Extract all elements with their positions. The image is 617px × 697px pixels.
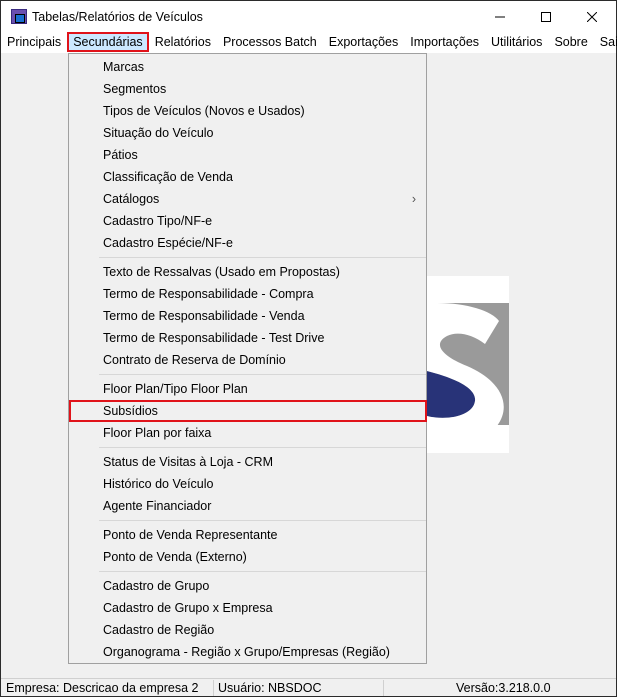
menu-item-label: Organograma - Região x Grupo/Empresas (R… <box>103 645 390 659</box>
menu-item[interactable]: Agente Financiador <box>69 495 426 517</box>
menu-item-label: Floor Plan por faixa <box>103 426 212 440</box>
menu-item-label: Marcas <box>103 60 144 74</box>
menu-item[interactable]: Contrato de Reserva de Domínio <box>69 349 426 371</box>
menu-item[interactable]: Catálogos › <box>69 188 426 210</box>
menu-separator <box>99 571 426 572</box>
menu-separator <box>99 374 426 375</box>
menu-item[interactable]: Floor Plan por faixa <box>69 422 426 444</box>
menu-item[interactable]: Status de Visitas à Loja - CRM <box>69 451 426 473</box>
app-window: Tabelas/Relatórios de Veículos Principai… <box>0 0 617 697</box>
menu-item-label: Cadastro de Grupo <box>103 579 210 593</box>
menu-item[interactable]: Segmentos <box>69 78 426 100</box>
menu-item[interactable]: Termo de Responsabilidade - Compra <box>69 283 426 305</box>
menu-relatorios[interactable]: Relatórios <box>149 32 217 52</box>
menu-item-label: Histórico do Veículo <box>103 477 214 491</box>
menu-separator <box>99 257 426 258</box>
close-button[interactable] <box>569 1 615 32</box>
status-divider <box>383 680 384 696</box>
menu-item-label: Cadastro de Região <box>103 623 215 637</box>
menu-item-label: Classificação de Venda <box>103 170 233 184</box>
menu-principais[interactable]: Principais <box>1 32 67 52</box>
menu-item-label: Pátios <box>103 148 138 162</box>
menu-separator <box>99 447 426 448</box>
status-divider <box>213 680 214 696</box>
menu-processos-batch[interactable]: Processos Batch <box>217 32 323 52</box>
menu-item[interactable]: Cadastro Espécie/NF-e <box>69 232 426 254</box>
chevron-right-icon: › <box>411 192 416 206</box>
menu-item-label: Catálogos <box>103 192 160 206</box>
menu-item-label: Ponto de Venda (Externo) <box>103 550 247 564</box>
menu-item[interactable]: Floor Plan/Tipo Floor Plan <box>69 378 426 400</box>
menu-item[interactable]: Termo de Responsabilidade - Test Drive <box>69 327 426 349</box>
menu-bar: Principais Secundárias Relatórios Processos… <box>1 32 617 53</box>
menu-utilitarios[interactable]: Utilitários <box>485 32 548 52</box>
menu-item-label: Floor Plan/Tipo Floor Plan <box>103 382 248 396</box>
menu-item-label: Termo de Responsabilidade - Compra <box>103 287 314 301</box>
menu-item-label: Contrato de Reserva de Domínio <box>103 353 286 367</box>
menu-item[interactable]: Ponto de Venda Representante <box>69 524 426 546</box>
menu-item-label: Status de Visitas à Loja - CRM <box>103 455 273 469</box>
menu-item[interactable]: Tipos de Veículos (Novos e Usados) <box>69 100 426 122</box>
menu-item[interactable]: Cadastro de Grupo <box>69 575 426 597</box>
status-empresa: Empresa: Descricao da empresa 2 <box>6 681 199 695</box>
menu-item[interactable]: Termo de Responsabilidade - Venda <box>69 305 426 327</box>
window-title: Tabelas/Relatórios de Veículos <box>32 10 203 24</box>
menu-item-label: Agente Financiador <box>103 499 212 513</box>
menu-item[interactable]: Cadastro Tipo/NF-e <box>69 210 426 232</box>
menu-item[interactable]: Histórico do Veículo <box>69 473 426 495</box>
menu-item-label: Segmentos <box>103 82 167 96</box>
menu-item-label: Ponto de Venda Representante <box>103 528 278 542</box>
title-bar: Tabelas/Relatórios de Veículos <box>1 1 616 32</box>
minimize-button[interactable] <box>477 1 523 32</box>
status-versao: Versão:3.218.0.0 <box>456 681 551 695</box>
menu-item-label: Texto de Ressalvas (Usado em Propostas) <box>103 265 340 279</box>
menu-item-label: Cadastro de Grupo x Empresa <box>103 601 273 615</box>
menu-item[interactable]: Pátios <box>69 144 426 166</box>
menu-separator <box>99 520 426 521</box>
menu-item-label: Situação do Veículo <box>103 126 214 140</box>
menu-item-label: Termo de Responsabilidade - Venda <box>103 309 305 323</box>
menu-sair[interactable]: Sair <box>594 32 617 52</box>
menu-item[interactable]: Texto de Ressalvas (Usado em Propostas) <box>69 261 426 283</box>
menu-item[interactable]: Organograma - Região x Grupo/Empresas (R… <box>69 641 426 663</box>
company-logo <box>427 276 509 453</box>
menu-importacoes[interactable]: Importações <box>404 32 485 52</box>
menu-sobre[interactable]: Sobre <box>548 32 593 52</box>
menu-item-label: Tipos de Veículos (Novos e Usados) <box>103 104 305 118</box>
status-usuario: Usuário: NBSDOC <box>218 681 322 695</box>
secundarias-dropdown-menu: Marcas Segmentos Tipos de Veículos (Novos … <box>68 53 427 664</box>
menu-item[interactable]: Subsídios <box>69 400 427 422</box>
menu-secundarias[interactable]: Secundárias <box>67 32 149 52</box>
menu-item-label: Termo de Responsabilidade - Test Drive <box>103 331 325 345</box>
menu-item-label: Cadastro Espécie/NF-e <box>103 236 233 250</box>
menu-item[interactable]: Ponto de Venda (Externo) <box>69 546 426 568</box>
status-bar: Empresa: Descricao da empresa 2 Usuário:… <box>1 678 616 696</box>
menu-item[interactable]: Cadastro de Região <box>69 619 426 641</box>
menu-item[interactable]: Marcas <box>69 56 426 78</box>
menu-item-label: Subsídios <box>103 404 158 418</box>
menu-item-label: Cadastro Tipo/NF-e <box>103 214 213 228</box>
maximize-button[interactable] <box>523 1 569 32</box>
app-icon <box>11 9 27 24</box>
menu-item[interactable]: Classificação de Venda <box>69 166 426 188</box>
menu-item[interactable]: Situação do Veículo <box>69 122 426 144</box>
menu-item[interactable]: Cadastro de Grupo x Empresa <box>69 597 426 619</box>
menu-exportacoes[interactable]: Exportações <box>323 32 404 52</box>
